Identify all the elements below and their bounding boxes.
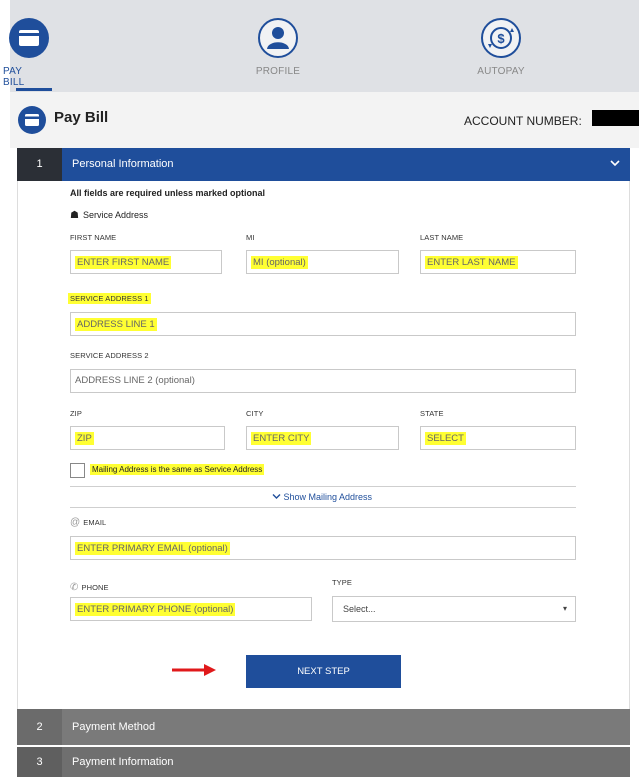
phone-input[interactable]: ENTER PRIMARY PHONE (optional) — [70, 597, 312, 621]
active-tab-indicator — [16, 88, 52, 91]
step-title: Personal Information — [72, 158, 174, 170]
step-number: 1 — [17, 148, 62, 181]
nav-label-pay-bill: PAY BILL — [3, 66, 25, 88]
step-number: 2 — [17, 709, 62, 745]
nav-item-autopay[interactable]: $ AUTOPAY — [446, 0, 556, 92]
first-name-placeholder: ENTER FIRST NAME — [75, 256, 172, 269]
step-title: Payment Information — [72, 756, 174, 768]
mi-input[interactable]: MI (optional) — [246, 250, 399, 274]
city-input[interactable]: ENTER CITY — [246, 426, 399, 450]
top-nav: PAY BILL PROFILE $ AUTOPAY — [0, 0, 639, 92]
last-name-input[interactable]: ENTER LAST NAME — [420, 250, 576, 274]
service-address-2-input[interactable]: ADDRESS LINE 2 (optional) — [70, 369, 576, 393]
service-address-1-label: SERVICE ADDRESS 1 — [68, 293, 151, 304]
service-address-1-input[interactable]: ADDRESS LINE 1 — [70, 312, 576, 336]
step-2-header[interactable]: 2 Payment Method — [17, 709, 630, 745]
phone-label: ✆ PHONE — [70, 582, 109, 593]
divider — [70, 507, 576, 508]
phone-label-text: PHONE — [81, 583, 109, 592]
svg-text:$: $ — [497, 31, 505, 46]
step-title: Payment Method — [72, 721, 156, 733]
divider — [70, 486, 576, 487]
zip-label: ZIP — [70, 409, 82, 418]
mailing-same-label: Mailing Address is the same as Service A… — [90, 464, 265, 475]
first-name-input[interactable]: ENTER FIRST NAME — [70, 250, 222, 274]
state-placeholder: SELECT — [425, 432, 466, 445]
last-name-placeholder: ENTER LAST NAME — [425, 256, 518, 269]
address-line-2-placeholder: ADDRESS LINE 2 (optional) — [75, 375, 195, 386]
city-placeholder: ENTER CITY — [251, 432, 312, 445]
state-label: STATE — [420, 409, 444, 418]
email-input[interactable]: ENTER PRIMARY EMAIL (optional) — [70, 536, 576, 560]
page-title: Pay Bill — [54, 109, 109, 126]
nav-label-profile: PROFILE — [255, 66, 301, 77]
caret-down-icon: ▾ — [562, 604, 567, 613]
phone-icon: ✆ — [70, 582, 79, 593]
mi-label: MI — [246, 233, 255, 242]
last-name-label: LAST NAME — [420, 233, 464, 242]
email-placeholder: ENTER PRIMARY EMAIL (optional) — [75, 542, 230, 555]
account-number-redacted — [592, 110, 639, 126]
account-number-label: ACCOUNT NUMBER: — [464, 114, 582, 128]
email-label: @ EMAIL — [70, 517, 106, 528]
phone-type-value: Select... — [343, 604, 376, 614]
at-icon: @ — [70, 517, 81, 528]
step-3-header[interactable]: 3 Payment Information — [17, 747, 630, 777]
zip-input[interactable]: ZIP — [70, 426, 225, 450]
mi-placeholder: MI (optional) — [251, 256, 308, 269]
autopay-dollar-icon: $ — [481, 18, 521, 58]
page-header: Pay Bill ACCOUNT NUMBER: — [10, 92, 639, 148]
show-mailing-address-text: Show Mailing Address — [283, 492, 373, 502]
required-note: All fields are required unless marked op… — [70, 188, 266, 198]
mailing-same-checkbox[interactable] — [70, 463, 85, 478]
nav-item-profile[interactable]: PROFILE — [228, 0, 328, 92]
home-icon: ☗ — [70, 210, 79, 221]
next-step-button[interactable]: NEXT STEP — [246, 655, 401, 688]
service-address-heading: ☗ Service Address — [70, 210, 148, 221]
zip-placeholder: ZIP — [75, 432, 94, 445]
address-line-1-placeholder: ADDRESS LINE 1 — [75, 318, 157, 331]
phone-type-select[interactable]: Select... ▾ — [332, 596, 576, 622]
email-label-text: EMAIL — [83, 518, 107, 527]
chevron-down-icon — [272, 492, 284, 502]
user-icon — [258, 18, 298, 58]
nav-item-pay-bill[interactable]: PAY BILL — [3, 0, 52, 92]
city-label: CITY — [246, 409, 264, 418]
step-1-header[interactable]: 1 Personal Information — [17, 148, 630, 181]
first-name-label: FIRST NAME — [70, 233, 117, 242]
chevron-down-icon — [610, 158, 620, 171]
service-address-2-label: SERVICE ADDRESS 2 — [70, 351, 149, 360]
state-select[interactable]: SELECT — [420, 426, 576, 450]
step-number: 3 — [17, 747, 62, 777]
phone-placeholder: ENTER PRIMARY PHONE (optional) — [75, 603, 236, 616]
type-label: TYPE — [332, 578, 352, 587]
card-icon — [18, 106, 46, 134]
card-icon — [9, 18, 49, 58]
show-mailing-address-link[interactable]: Show Mailing Address — [272, 492, 372, 502]
annotation-arrow-icon — [172, 663, 218, 682]
nav-label-autopay: AUTOPAY — [477, 66, 525, 77]
service-address-heading-text: Service Address — [82, 210, 148, 220]
